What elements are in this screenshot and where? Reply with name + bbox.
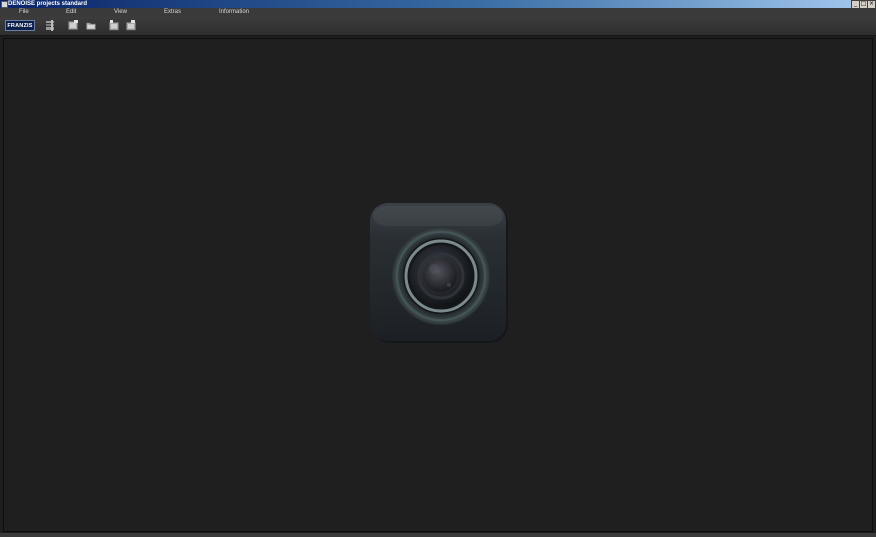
toolbar: FRANZIS: [0, 17, 876, 36]
export-icon[interactable]: [109, 20, 119, 31]
menu-information[interactable]: Information: [219, 8, 249, 17]
menu-file[interactable]: File: [19, 8, 29, 17]
app-icon: [1, 1, 8, 8]
export-batch-icon[interactable]: [126, 20, 136, 31]
open-image-icon[interactable]: [68, 20, 78, 31]
menu-view[interactable]: View: [114, 8, 127, 17]
franzis-logo[interactable]: FRANZIS: [5, 20, 35, 31]
camera-lens-icon: [369, 203, 510, 344]
menu-extras[interactable]: Extras: [164, 8, 181, 17]
menu-edit[interactable]: Edit: [66, 8, 76, 17]
status-bar: [0, 533, 876, 537]
menu-bar: File Edit View Extras Information: [0, 8, 876, 17]
settings-icon[interactable]: [45, 20, 55, 31]
window-title: DENOISE projects standard: [8, 1, 88, 7]
title-bar: DENOISE projects standard _ □ ×: [0, 0, 876, 9]
open-folder-icon[interactable]: [86, 20, 96, 31]
